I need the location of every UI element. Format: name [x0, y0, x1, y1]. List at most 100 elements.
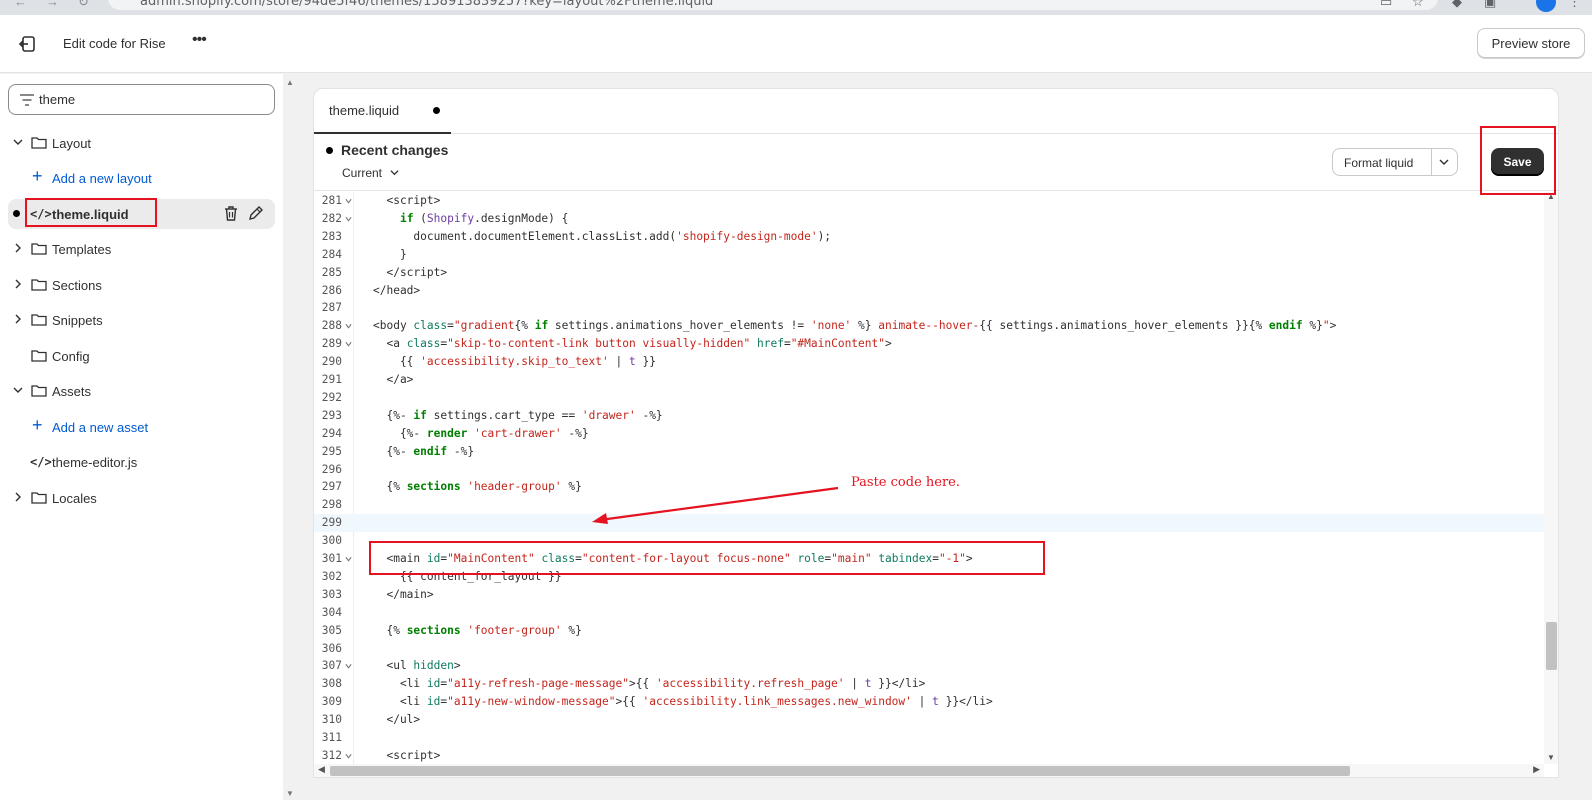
code-line[interactable]: 282 if (Shopify.designMode) { [314, 210, 1544, 228]
fold-chevron-icon[interactable] [345, 556, 352, 562]
scroll-down-icon[interactable]: ▼ [1547, 753, 1555, 762]
line-text: <li id="a11y-refresh-page-message">{{ 'a… [373, 677, 926, 691]
code-line[interactable]: 312 <script> [314, 747, 1544, 764]
line-number: 303 [321, 587, 342, 601]
back-icon[interactable]: ← [14, 0, 27, 9]
fold-chevron-icon[interactable] [345, 323, 352, 329]
folder-templates[interactable]: Templates [8, 234, 275, 264]
folder-label: Snippets [52, 313, 103, 328]
more-actions-icon[interactable]: ••• [192, 31, 207, 49]
file-theme-editor-js[interactable]: </> theme-editor.js [8, 447, 275, 477]
code-line[interactable]: 291 </a> [314, 371, 1544, 389]
code-line[interactable]: 283 document.documentElement.classList.a… [314, 228, 1544, 246]
scroll-down-icon[interactable]: ▼ [286, 789, 294, 798]
code-line[interactable]: 288 <body class="gradient{% if settings.a… [314, 317, 1544, 335]
filter-icon [20, 94, 34, 106]
code-line[interactable]: 287 [314, 299, 1544, 317]
code-line[interactable]: 290 {{ 'accessibility.skip_to_text' | t … [314, 353, 1544, 371]
code-line[interactable]: 286 </head> [314, 282, 1544, 300]
code-line[interactable]: 306 [314, 640, 1544, 658]
folder-layout[interactable]: Layout [8, 128, 275, 158]
plus-icon: + [32, 415, 43, 435]
line-number: 306 [321, 641, 342, 655]
code-line[interactable]: 307 <ul hidden> [314, 657, 1544, 675]
chevron-right-icon [15, 492, 21, 502]
folder-sections[interactable]: Sections [8, 270, 275, 300]
format-liquid-button[interactable]: Format liquid [1332, 148, 1458, 176]
bookmark-star-icon[interactable]: ☆ [1412, 0, 1424, 10]
code-line[interactable]: 285 </script> [314, 264, 1544, 282]
tab-theme-liquid[interactable]: theme.liquid [314, 89, 451, 134]
sidepanel-icon[interactable]: ▣ [1484, 0, 1496, 10]
browser-toolbar: ← → ↻ admin.shopify.com/store/94de5f46/t… [0, 0, 1592, 15]
code-line[interactable]: 284 } [314, 246, 1544, 264]
folder-assets[interactable]: Assets [8, 376, 275, 406]
folder-label: Locales [52, 491, 97, 506]
code-line[interactable]: 310 </ul> [314, 711, 1544, 729]
share-icon[interactable]: ▭ [1380, 0, 1392, 10]
line-number: 310 [321, 713, 342, 727]
line-text: </script> [373, 265, 448, 279]
folder-config[interactable]: Config [8, 341, 275, 371]
line-text: {%- if settings.cart_type == 'drawer' -%… [373, 408, 663, 422]
code-line[interactable]: 309 <li id="a11y-new-window-message">{{ … [314, 693, 1544, 711]
folder-label: Templates [52, 242, 112, 257]
code-line[interactable]: 304 [314, 604, 1544, 622]
line-number: 284 [321, 247, 342, 261]
editor-horizontal-scrollbar[interactable]: ◀ ▶ [314, 764, 1544, 777]
code-line[interactable]: 281 <script> [314, 192, 1544, 210]
code-line[interactable]: 311 [314, 729, 1544, 747]
code-line[interactable]: 298 [314, 496, 1544, 514]
line-number: 295 [321, 444, 342, 458]
line-number: 299 [321, 516, 342, 530]
scroll-left-icon[interactable]: ◀ [318, 764, 325, 775]
menu-kebab-icon[interactable]: ⋮ [1568, 0, 1581, 10]
editor-vertical-scrollbar[interactable]: ▲ ▼ [1544, 192, 1558, 764]
profile-avatar[interactable] [1536, 0, 1556, 12]
folder-snippets[interactable]: Snippets [8, 305, 275, 335]
code-line[interactable]: 292 [314, 389, 1544, 407]
code-line[interactable]: 305 {% sections 'footer-group' %} [314, 622, 1544, 640]
code-line[interactable]: 293 {%- if settings.cart_type == 'drawer… [314, 407, 1544, 425]
scroll-right-icon[interactable]: ▶ [1533, 764, 1540, 775]
version-select[interactable]: Current [342, 166, 399, 180]
forward-icon[interactable]: → [46, 0, 59, 9]
line-number: 282 [321, 211, 342, 225]
highlight-box-save [1480, 126, 1556, 195]
code-line[interactable]: 303 </main> [314, 586, 1544, 604]
exit-icon[interactable] [18, 34, 38, 54]
code-file-icon: </> [30, 455, 52, 469]
fold-chevron-icon[interactable] [345, 753, 352, 759]
recent-changes-bar: Recent changes Current Format liquid Sav… [314, 134, 1558, 191]
reload-icon[interactable]: ↻ [78, 0, 89, 10]
line-number: 304 [321, 605, 342, 619]
trash-icon[interactable] [223, 205, 239, 222]
scroll-up-icon[interactable]: ▲ [286, 78, 294, 87]
folder-locales[interactable]: Locales [8, 483, 275, 513]
fold-chevron-icon[interactable] [345, 663, 352, 670]
chevron-down-icon[interactable] [1439, 157, 1449, 167]
code-line[interactable]: 308 <li id="a11y-refresh-page-message">{… [314, 675, 1544, 693]
line-text: document.documentElement.classList.add('… [373, 229, 832, 243]
code-line[interactable]: 289 <a class="skip-to-content-link butto… [314, 335, 1544, 353]
file-search-input[interactable]: theme [8, 84, 275, 115]
code-line[interactable]: 294 {%- render 'cart-drawer' -%} [314, 425, 1544, 443]
add-asset-link[interactable]: + Add a new asset [8, 412, 275, 442]
code-line[interactable]: 299 [314, 514, 1544, 533]
preview-store-button[interactable]: Preview store [1477, 28, 1585, 58]
add-layout-link[interactable]: + Add a new layout [8, 163, 275, 193]
fold-chevron-icon[interactable] [345, 341, 352, 347]
sidebar-scrollbar[interactable]: ▲ ▼ [283, 74, 297, 800]
scroll-thumb[interactable] [1546, 622, 1557, 670]
highlight-box-file [25, 198, 157, 227]
fold-chevron-icon[interactable] [345, 216, 352, 222]
extension-icon[interactable]: ◆ [1452, 0, 1462, 10]
line-text: <script> [373, 748, 441, 762]
fold-chevron-icon[interactable] [345, 198, 352, 204]
folder-label: Config [52, 349, 90, 364]
unsaved-dot[interactable] [433, 107, 440, 114]
scroll-thumb[interactable] [330, 766, 1350, 776]
pencil-icon[interactable] [247, 205, 263, 222]
line-number: 283 [321, 229, 342, 243]
code-line[interactable]: 295 {%- endif -%} [314, 443, 1544, 461]
